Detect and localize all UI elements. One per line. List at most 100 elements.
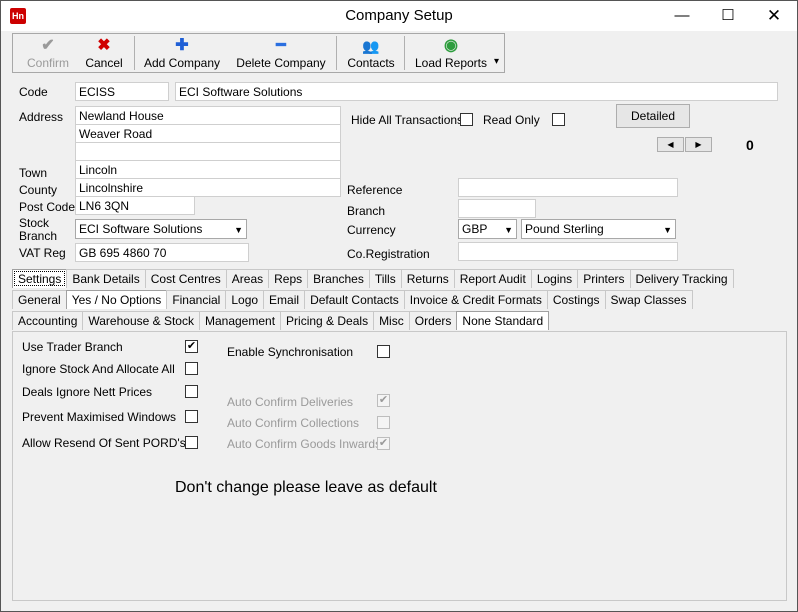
tab-reps[interactable]: Reps: [268, 269, 309, 288]
toolbar-separator: [404, 36, 405, 70]
tab-management[interactable]: Management: [198, 311, 282, 330]
currency-code-dropdown[interactable]: GBP ▼: [458, 219, 517, 239]
tab-warehouse-stock[interactable]: Warehouse & Stock: [82, 311, 200, 330]
add-company-button[interactable]: ✚ Add Company: [139, 34, 225, 72]
enable-sync-checkbox[interactable]: [377, 345, 390, 358]
deals-ignore-nett-label: Deals Ignore Nett Prices: [22, 385, 153, 399]
ignore-stock-label: Ignore Stock And Allocate All: [22, 362, 175, 376]
dropdown-arrow-icon: ▼: [663, 225, 672, 235]
close-window-button[interactable]: ✕: [751, 1, 797, 31]
tab-financial[interactable]: Financial: [166, 290, 227, 309]
tab-row-secondary: General Yes / No Options Financial Logo Emai…: [12, 290, 693, 310]
confirm-button[interactable]: ✔ Confirm: [19, 34, 77, 72]
toolbar-separator: [336, 36, 337, 70]
auto-confirm-goods-label: Auto Confirm Goods Inwards: [227, 437, 382, 451]
tab-invoice-credit-formats[interactable]: Invoice & Credit Formats: [403, 290, 548, 309]
deals-ignore-nett-checkbox[interactable]: [185, 385, 198, 398]
reference-field[interactable]: [458, 178, 678, 197]
tab-misc[interactable]: Misc: [373, 311, 410, 330]
vat-reg-field[interactable]: GB 695 4860 70: [75, 243, 249, 262]
tab-cost-centres[interactable]: Cost Centres: [144, 269, 227, 288]
dropdown-arrow-icon: ▼: [504, 225, 513, 235]
use-trader-branch-label: Use Trader Branch: [22, 340, 123, 354]
stock-branch-dropdown[interactable]: ECI Software Solutions ▼: [75, 219, 247, 239]
cancel-button[interactable]: ✖ Cancel: [79, 34, 129, 72]
tab-default-contacts[interactable]: Default Contacts: [304, 290, 405, 309]
hide-all-transactions-checkbox[interactable]: [460, 113, 473, 126]
address-line1-field[interactable]: Newland House: [75, 106, 341, 125]
tab-settings[interactable]: Settings: [12, 269, 68, 288]
detailed-button[interactable]: Detailed: [616, 104, 690, 128]
tab-pricing-deals[interactable]: Pricing & Deals: [280, 311, 375, 330]
plus-icon: ✚: [175, 37, 189, 54]
tab-delivery-tracking[interactable]: Delivery Tracking: [629, 269, 734, 288]
tab-costings[interactable]: Costings: [546, 290, 606, 309]
county-label: County: [19, 183, 58, 197]
tab-logo[interactable]: Logo: [225, 290, 265, 309]
read-only-checkbox[interactable]: [552, 113, 565, 126]
hide-all-transactions-label: Hide All Transactions: [351, 113, 464, 127]
code-label: Code: [19, 85, 48, 99]
county-field[interactable]: Lincolnshire: [75, 178, 341, 197]
postcode-field[interactable]: LN6 3QN: [75, 196, 195, 215]
cancel-label: Cancel: [85, 56, 123, 70]
co-registration-field[interactable]: [458, 242, 678, 261]
delete-company-button[interactable]: ━ Delete Company: [231, 34, 331, 72]
checkmark-icon: ✔: [41, 37, 55, 54]
tab-general[interactable]: General: [12, 290, 67, 309]
auto-confirm-deliveries-checkbox[interactable]: ✔: [377, 394, 390, 407]
prevent-maximised-label: Prevent Maximised Windows: [22, 410, 177, 424]
enable-sync-label: Enable Synchronisation: [227, 345, 354, 359]
next-record-button[interactable]: ▶: [685, 137, 712, 152]
tab-bank-details[interactable]: Bank Details: [66, 269, 146, 288]
auto-confirm-goods-checkbox[interactable]: ✔: [377, 437, 390, 450]
branch-label: Branch: [347, 204, 386, 218]
prevent-maximised-checkbox[interactable]: [185, 410, 198, 423]
tab-email[interactable]: Email: [263, 290, 306, 309]
minimize-button[interactable]: —: [659, 1, 705, 31]
load-reports-dropdown-icon[interactable]: ▾: [494, 56, 499, 67]
vat-reg-label: VAT Reg: [19, 246, 66, 260]
branch-field[interactable]: [458, 199, 536, 218]
toolbar-separator: [134, 36, 135, 70]
use-trader-branch-checkbox[interactable]: ✔: [185, 340, 198, 353]
tab-report-audit[interactable]: Report Audit: [453, 269, 532, 288]
stock-branch-value: ECI Software Solutions: [79, 222, 203, 236]
ignore-stock-checkbox[interactable]: [185, 362, 198, 375]
currency-name-dropdown[interactable]: Pound Sterling ▼: [521, 219, 676, 239]
currency-name-value: Pound Sterling: [525, 222, 604, 236]
maximize-button[interactable]: ☐: [705, 1, 751, 31]
auto-confirm-collections-label: Auto Confirm Collections: [227, 416, 360, 430]
dropdown-arrow-icon: ▼: [234, 225, 243, 235]
tab-areas[interactable]: Areas: [225, 269, 270, 288]
contacts-label: Contacts: [347, 56, 395, 70]
tab-accounting[interactable]: Accounting: [12, 311, 84, 330]
tab-swap-classes[interactable]: Swap Classes: [604, 290, 693, 309]
address-line2-field[interactable]: Weaver Road: [75, 124, 341, 143]
contacts-button[interactable]: 👥 Contacts: [341, 34, 401, 72]
tab-yes-no-options[interactable]: Yes / No Options: [65, 290, 168, 309]
company-setup-window: Company Setup Hn — ☐ ✕ ✔ Confirm ✖ Cance…: [0, 0, 798, 612]
allow-resend-checkbox[interactable]: [185, 436, 198, 449]
allow-resend-label: Allow Resend Of Sent PORD's: [22, 436, 186, 450]
tab-returns[interactable]: Returns: [400, 269, 455, 288]
company-name-field[interactable]: ECI Software Solutions: [175, 82, 778, 101]
tab-logins[interactable]: Logins: [530, 269, 579, 288]
town-field[interactable]: Lincoln: [75, 160, 341, 179]
tab-orders[interactable]: Orders: [408, 311, 458, 330]
stock-branch-label: Stock Branch: [19, 216, 58, 243]
load-reports-button[interactable]: ◉ Load Reports: [409, 34, 493, 72]
tab-branches[interactable]: Branches: [307, 269, 370, 288]
confirm-label: Confirm: [26, 56, 69, 70]
auto-confirm-collections-checkbox[interactable]: [377, 416, 390, 429]
tab-none-standard[interactable]: None Standard: [456, 311, 550, 330]
postcode-label: Post Code: [19, 200, 76, 214]
record-counter: 0: [746, 137, 754, 153]
tab-tills[interactable]: Tills: [368, 269, 402, 288]
code-field[interactable]: ECISS: [75, 82, 169, 101]
green-arrow-icon: ◉: [444, 37, 458, 54]
tab-row-primary: Settings Bank Details Cost Centres Areas Rep…: [12, 269, 734, 289]
previous-record-button[interactable]: ◀: [657, 137, 684, 152]
tab-printers[interactable]: Printers: [577, 269, 631, 288]
address-line3-field[interactable]: [75, 142, 341, 161]
